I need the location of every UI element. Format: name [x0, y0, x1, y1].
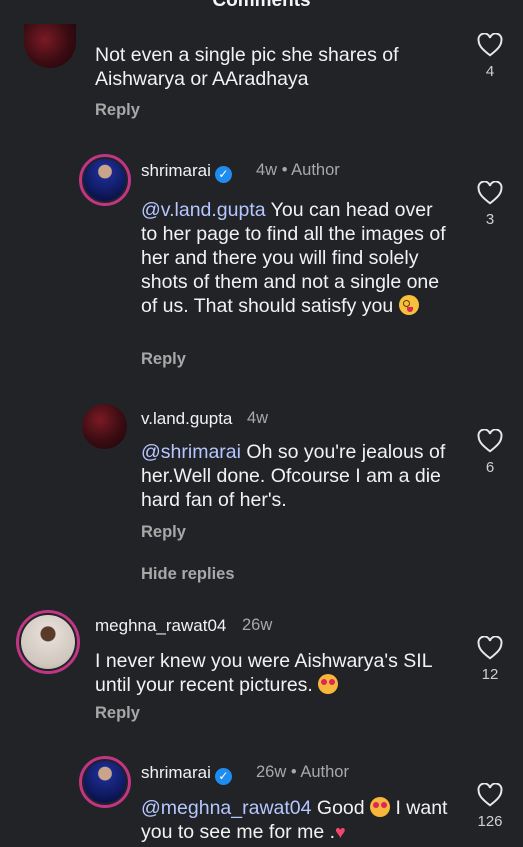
heart-icon: [477, 429, 503, 453]
comment-meta: 4w • Author: [256, 161, 340, 179]
mention-link[interactable]: @shrimarai: [141, 441, 241, 463]
reply-button[interactable]: Reply: [141, 523, 186, 542]
verified-icon: ✓: [214, 166, 232, 183]
username[interactable]: shrimarai ✓: [141, 161, 236, 183]
username[interactable]: v.land.gupta: [141, 409, 232, 429]
heart-icon: [477, 181, 503, 205]
username[interactable]: shrimarai ✓: [141, 763, 236, 785]
comment-text: @shrimarai Oh so you're jealous of her.W…: [141, 441, 446, 511]
like-count: 6: [485, 459, 495, 476]
like-button[interactable]: 12: [470, 636, 510, 683]
dizzy-face-icon: [398, 295, 419, 315]
page-title: Comments: [212, 0, 311, 11]
avatar[interactable]: [82, 404, 127, 449]
like-count: 4: [485, 63, 495, 80]
avatar[interactable]: [79, 756, 131, 808]
hide-replies-button[interactable]: Hide replies: [141, 565, 235, 584]
heart-eyes-icon: [370, 797, 391, 817]
mention-link[interactable]: @meghna_rawat04: [141, 797, 311, 819]
verified-icon: ✓: [214, 768, 232, 785]
avatar[interactable]: [16, 610, 80, 674]
heart-icon: [477, 783, 503, 807]
like-count: 126: [477, 813, 503, 830]
like-count: 12: [481, 666, 499, 683]
comment-time: 26w: [242, 616, 273, 634]
heart-icon: [477, 636, 503, 660]
red-heart-icon: ♥: [335, 822, 346, 842]
username[interactable]: meghna_rawat04: [95, 616, 226, 636]
like-button[interactable]: 6: [470, 429, 510, 476]
reply-button[interactable]: Reply: [95, 704, 140, 723]
like-button[interactable]: 4: [470, 33, 510, 80]
mention-link[interactable]: @v.land.gupta: [141, 199, 266, 221]
comment-meta: 26w • Author: [256, 763, 349, 781]
like-count: 3: [485, 211, 495, 228]
comment-text: Not even a single pic she shares of Aish…: [95, 44, 399, 90]
comment-text: I never knew you were Aishwarya's SIL un…: [95, 650, 432, 696]
avatar[interactable]: [24, 24, 76, 68]
avatar[interactable]: [79, 154, 131, 206]
reply-button[interactable]: Reply: [141, 350, 186, 369]
comment-time: 4w: [247, 409, 269, 427]
like-button[interactable]: 126: [470, 783, 510, 830]
heart-eyes-icon: [318, 674, 339, 694]
comment-text: @meghna_rawat04 Good I want you to see m…: [141, 797, 448, 843]
comment-text: @v.land.gupta You can head over to her p…: [141, 199, 446, 317]
reply-button[interactable]: Reply: [95, 101, 140, 120]
heart-icon: [477, 33, 503, 57]
like-button[interactable]: 3: [470, 181, 510, 228]
